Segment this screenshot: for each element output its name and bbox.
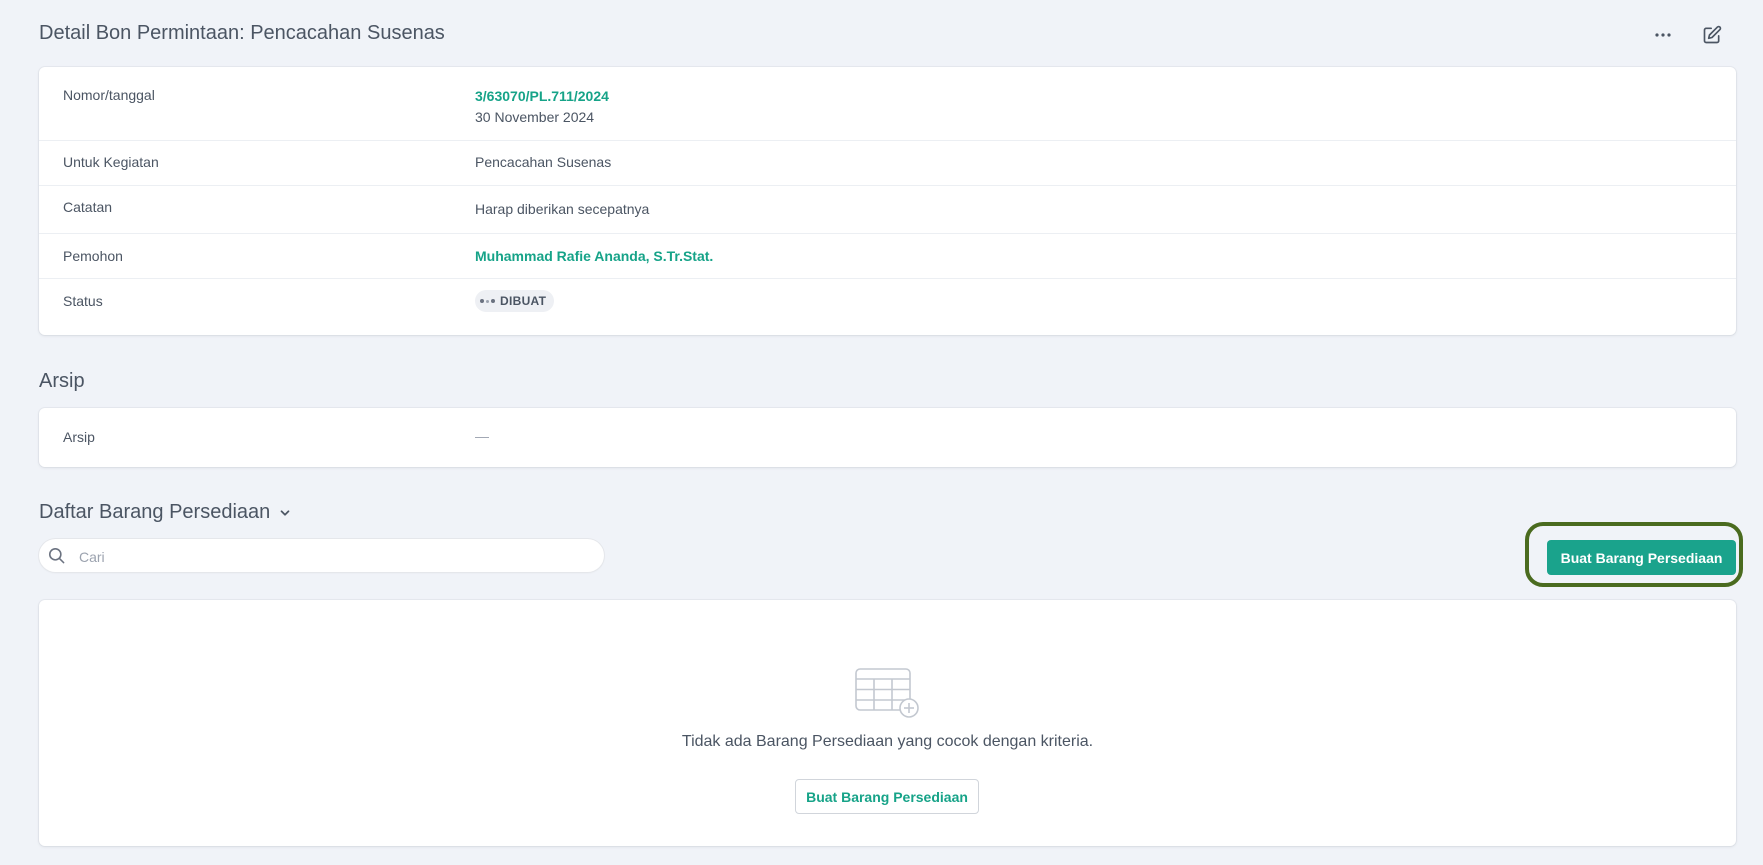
table-add-icon xyxy=(855,668,919,718)
status-badge-text: DIBUAT xyxy=(500,294,547,308)
create-barang-persediaan-button[interactable]: Buat Barang Persediaan xyxy=(1547,540,1736,575)
detail-row-nomor: Nomor/tanggal 3/63070/PL.711/2024 30 Nov… xyxy=(39,67,1736,141)
edit-icon xyxy=(1703,25,1722,44)
status-badge: DIBUAT xyxy=(475,290,555,312)
search-box xyxy=(39,539,604,572)
status-dots-icon xyxy=(480,299,495,303)
arsip-card: Arsip — xyxy=(39,408,1736,467)
detail-label: Nomor/tanggal xyxy=(63,87,155,103)
daftar-section-toggle[interactable]: Daftar Barang Persediaan xyxy=(39,501,292,524)
detail-label: Status xyxy=(63,293,103,309)
more-options-button[interactable] xyxy=(1646,18,1680,52)
detail-card: Nomor/tanggal 3/63070/PL.711/2024 30 Nov… xyxy=(39,67,1736,335)
daftar-section-title: Daftar Barang Persediaan xyxy=(39,501,271,523)
search-input[interactable] xyxy=(77,543,591,570)
catatan-value: Harap diberikan secepatnya xyxy=(475,201,650,217)
detail-row-pemohon: Pemohon Muhammad Rafie Ananda, S.Tr.Stat… xyxy=(39,233,1736,279)
page-title: Detail Bon Permintaan: Pencacahan Susena… xyxy=(39,22,445,44)
empty-state-text: Tidak ada Barang Persediaan yang cocok d… xyxy=(681,733,1094,750)
detail-row-catatan: Catatan Harap diberikan secepatnya xyxy=(39,185,1736,234)
arsip-label: Arsip xyxy=(63,429,95,445)
kegiatan-value: Pencacahan Susenas xyxy=(475,154,612,170)
detail-label: Catatan xyxy=(63,199,113,215)
pemohon-link[interactable]: Muhammad Rafie Ananda, S.Tr.Stat. xyxy=(475,248,713,264)
detail-label: Untuk Kegiatan xyxy=(63,154,159,170)
tanggal-value: 30 November 2024 xyxy=(475,109,595,125)
detail-row-kegiatan: Untuk Kegiatan Pencacahan Susenas xyxy=(39,140,1736,186)
search-icon xyxy=(48,547,65,564)
empty-create-button[interactable]: Buat Barang Persediaan xyxy=(795,779,979,814)
nomor-link[interactable]: 3/63070/PL.711/2024 xyxy=(475,88,609,104)
chevron-down-icon xyxy=(280,509,290,516)
more-horizontal-icon xyxy=(1655,33,1671,37)
detail-row-status: Status DIBUAT xyxy=(39,278,1736,335)
arsip-value: — xyxy=(475,428,489,444)
detail-label: Pemohon xyxy=(63,248,123,264)
status-value: DIBUAT xyxy=(475,290,555,312)
arsip-section-title: Arsip xyxy=(39,370,85,392)
edit-button[interactable] xyxy=(1695,18,1729,52)
